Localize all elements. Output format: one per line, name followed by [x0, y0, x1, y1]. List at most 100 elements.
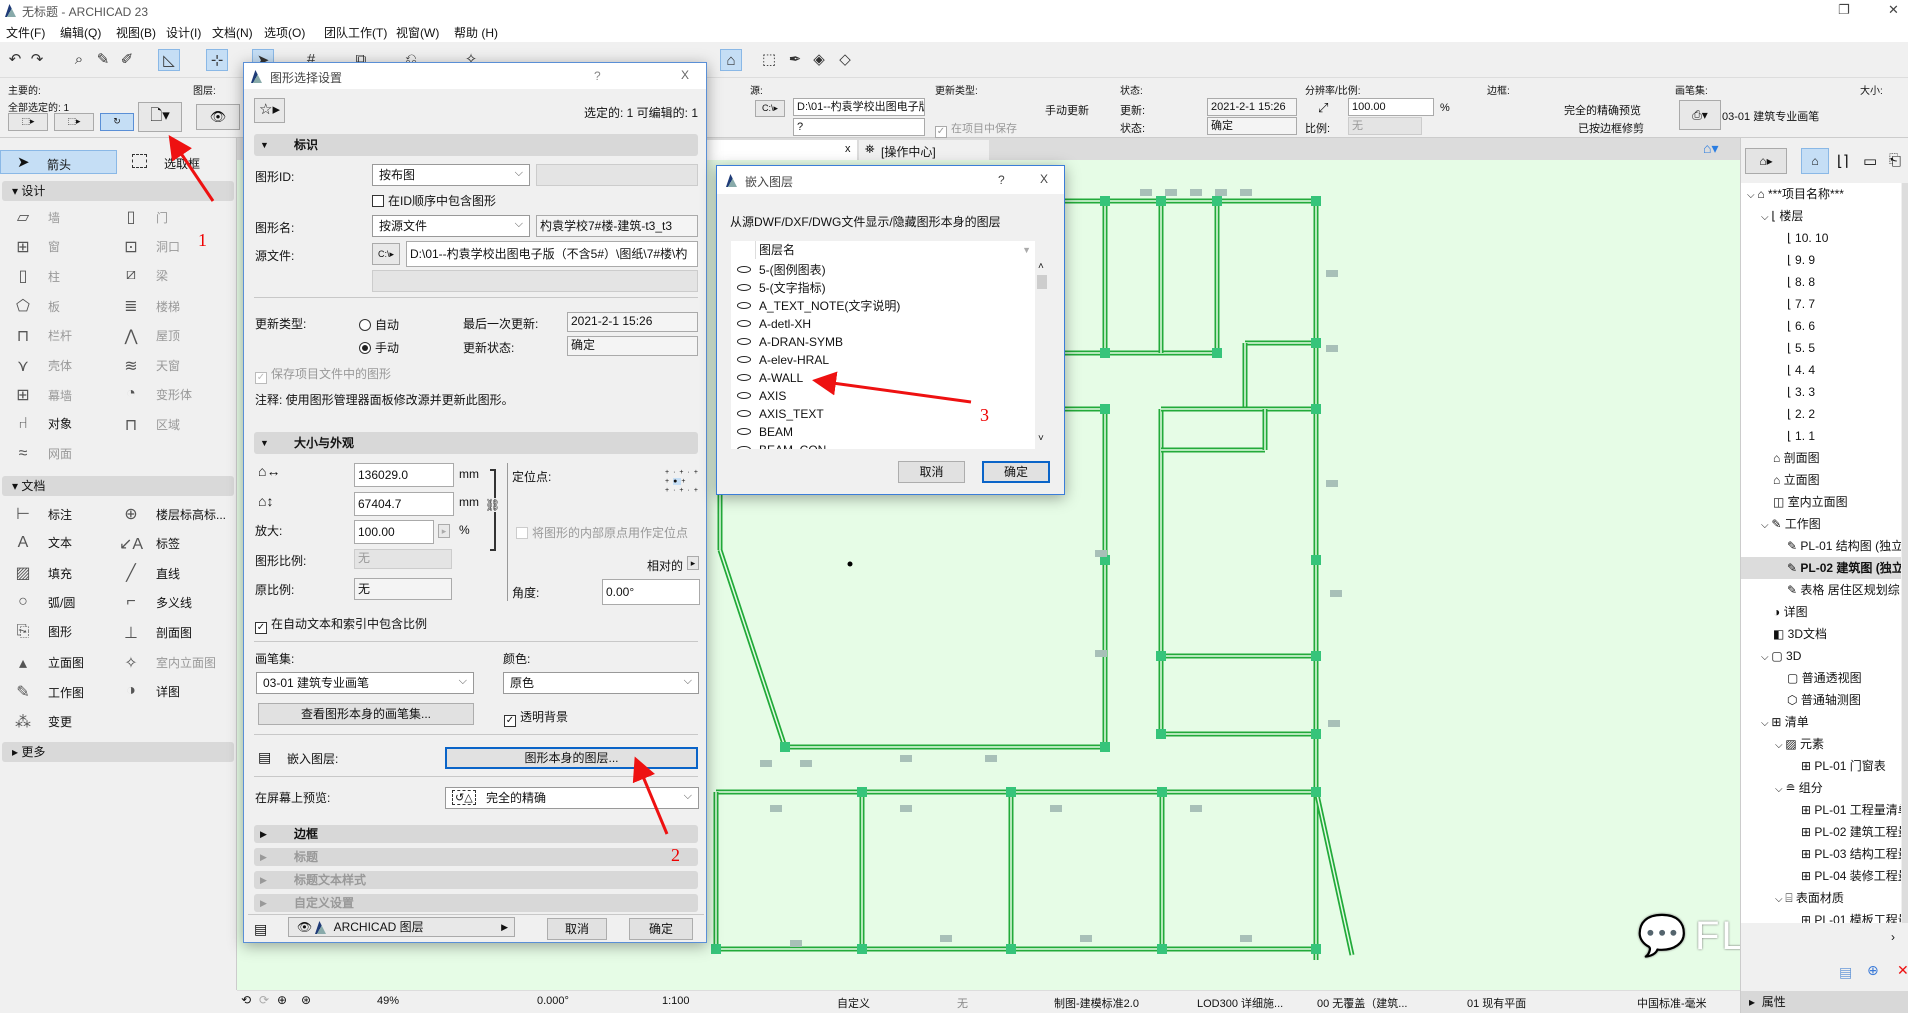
relative-menu-button[interactable]: ▸ [687, 556, 699, 570]
tree-item[interactable]: ⌊ 10. 10 [1741, 227, 1901, 249]
tree-item[interactable]: ◑ 详图 [1741, 601, 1901, 623]
zoom-in-icon[interactable]: ⊕ [277, 993, 287, 1007]
drawing-type-button[interactable]: 🗋▾ [138, 102, 182, 132]
navigator-menu-button[interactable]: ⌂▸ [1745, 148, 1787, 174]
layer-list-scrollbar[interactable]: ˄ ˅ [1035, 259, 1049, 449]
layer-row[interactable]: A-elev-HRAL [737, 351, 829, 369]
tree-item[interactable]: ⌵ ▢ 3D [1741, 645, 1901, 667]
tree-item[interactable]: ◫ 室内立面图 [1741, 491, 1901, 513]
tool-doc-7-0[interactable]: ⁂变更 [10, 712, 72, 732]
magnify-field[interactable]: 100.00 [354, 520, 434, 544]
close-button[interactable]: X [1040, 172, 1048, 186]
tool-design-7-1[interactable]: ⊓区域 [118, 415, 180, 435]
pen-icon[interactable]: ✒ [784, 49, 806, 71]
model-view-value[interactable]: LOD300 详细施... [1197, 995, 1283, 1011]
tree-item[interactable]: ⊞ PL-01 模板工程量 [1741, 909, 1901, 923]
menu-item-0[interactable]: 文件(F) [6, 24, 45, 41]
chevron-down-icon[interactable]: ⌵ [1775, 784, 1785, 795]
tree-item[interactable]: ⊞ PL-01 门窗表 [1741, 755, 1901, 777]
layer-eye-button[interactable]: 👁 [196, 104, 240, 130]
home-view-icon[interactable]: ⌂▾ [1703, 140, 1718, 157]
tree-item[interactable]: ▢ 普通透视图 [1741, 667, 1901, 689]
eye-icon[interactable] [737, 302, 751, 309]
width-field[interactable]: 136029.0 [354, 463, 454, 487]
embedded-layers-button[interactable]: 图形本身的图层... [445, 747, 698, 769]
marquee-filter-button[interactable]: ⬚▸ [54, 113, 94, 131]
marquee-tool[interactable]: 选取框 [130, 150, 230, 174]
tree-item[interactable]: ⊞ PL-03 结构工程量 [1741, 843, 1901, 865]
auto-radio[interactable]: 自动 [359, 316, 399, 333]
menu-item-5[interactable]: 选项(O) [264, 24, 305, 41]
fit-window-icon[interactable]: ⊛ [301, 993, 311, 1007]
close-button[interactable]: X [681, 68, 689, 82]
section-title-style-header[interactable]: ▶标题文本样式 [254, 871, 698, 889]
tool-doc-5-0[interactable]: ▴立面图 [10, 653, 84, 673]
layer-row[interactable]: A_TEXT_NOTE(文字说明) [737, 297, 900, 315]
manual-radio[interactable]: 手动 [359, 339, 399, 356]
height-field[interactable]: 67404.7 [354, 492, 454, 516]
scroll-thumb[interactable] [1037, 275, 1047, 289]
tree-item[interactable]: ⊞ PL-02 建筑工程量 [1741, 821, 1901, 843]
tool-design-8-0[interactable]: ≈网面 [10, 445, 72, 463]
eye-icon[interactable] [737, 428, 751, 435]
zoom-value[interactable]: 49% [377, 995, 399, 1007]
more-section-header[interactable]: ▸ 更多 [2, 742, 234, 762]
tree-item[interactable]: ⌊ 7. 7 [1741, 293, 1901, 315]
dimension-standard-value[interactable]: 中国标准-毫米 [1637, 995, 1707, 1011]
delete-icon[interactable]: ✕ [1897, 962, 1908, 979]
drawing-name-select[interactable]: 按源文件 [372, 215, 530, 237]
tree-item[interactable]: ⌵ ✎ 工作图 [1741, 513, 1901, 535]
tree-item[interactable]: ⌊ 9. 9 [1741, 249, 1901, 271]
eye-icon[interactable] [737, 266, 751, 273]
tool-design-2-0[interactable]: ▯柱 [10, 266, 60, 286]
3d-view-icon[interactable]: ◇ [834, 49, 856, 71]
chevron-down-icon[interactable]: ⌵ [1775, 740, 1785, 751]
layer-row[interactable]: BEAM_CON [737, 441, 826, 449]
tool-doc-6-0[interactable]: ✎工作图 [10, 682, 84, 702]
eye-icon[interactable] [737, 320, 751, 327]
chevron-down-icon[interactable]: ⌵ [1761, 652, 1771, 663]
penset-select[interactable]: 03-01 建筑专业画笔 [256, 672, 474, 694]
marquee-icon[interactable]: ⬚ [758, 49, 780, 71]
layer-row[interactable]: A-DRAN-SYMB [737, 333, 843, 351]
tool-doc-3-1[interactable]: ⌐多义线 [118, 593, 192, 611]
tool-doc-0-0[interactable]: ⊢标注 [10, 504, 72, 524]
layout-book-tab[interactable]: ▭ [1863, 152, 1877, 170]
tree-item[interactable]: ⌂ 剖面图 [1741, 447, 1901, 469]
tool-doc-1-0[interactable]: A文本 [10, 534, 72, 552]
tree-item[interactable]: ⊞ PL-01 工程量清单 [1741, 799, 1901, 821]
tree-item[interactable]: ✎ PL-02 建筑图 (独立 [1741, 557, 1901, 579]
publisher-tab[interactable]: ⎗ [1889, 152, 1901, 169]
tool-doc-4-1[interactable]: ⊥剖面图 [118, 623, 192, 643]
section-frame-header[interactable]: ▶边框 [254, 825, 698, 843]
ok-button[interactable]: 确定 [982, 461, 1050, 483]
syringe-icon[interactable]: ✐ [116, 49, 138, 71]
preview-select[interactable]: 完全的精确 [445, 787, 699, 809]
guide-icon[interactable]: ◺ [158, 49, 180, 71]
menu-item-4[interactable]: 文档(N) [212, 24, 253, 41]
scroll-down-icon[interactable]: ˅ [1038, 433, 1044, 444]
graphic-override-value[interactable]: 00 无覆盖（建筑... [1317, 995, 1407, 1011]
tool-design-6-0[interactable]: ⊞幕墙 [10, 385, 72, 405]
chevron-down-icon[interactable]: ⌵ [1761, 718, 1771, 729]
color-select[interactable]: 原色 [503, 672, 699, 694]
tab-action-center[interactable]: ⛯ [操作中心] [859, 140, 989, 160]
view-settings-icon[interactable]: ▤ [1839, 964, 1852, 981]
house-icon[interactable]: ⌂ [720, 49, 742, 71]
find-select-icon[interactable]: ⌕ [68, 49, 90, 71]
eyedropper-icon[interactable]: ✎ [92, 49, 114, 71]
anchor-point-grid[interactable]: +·+·++●++·+·+ [665, 468, 695, 496]
tree-item[interactable]: ⌵ ⊞ 清单 [1741, 711, 1901, 733]
menu-item-3[interactable]: 设计(I) [166, 24, 201, 41]
tool-design-5-1[interactable]: ≋天窗 [118, 356, 180, 376]
tree-item[interactable]: ⌊ 6. 6 [1741, 315, 1901, 337]
eye-icon[interactable] [737, 356, 751, 363]
scroll-right-icon[interactable]: › [1891, 930, 1895, 944]
tab-current-view[interactable]: x [707, 140, 857, 160]
tree-item[interactable]: ⌊ 2. 2 [1741, 403, 1901, 425]
tree-item[interactable]: ✎ PL-01 结构图 (独立 [1741, 535, 1901, 557]
tree-item[interactable]: ⌵ ⌊ 楼层 [1741, 205, 1901, 227]
tool-design-5-0[interactable]: ⋎壳体 [10, 356, 72, 376]
section-size-header[interactable]: ▼大小与外观 [254, 432, 698, 454]
drawing-id-select[interactable]: 按布图 [372, 164, 530, 186]
